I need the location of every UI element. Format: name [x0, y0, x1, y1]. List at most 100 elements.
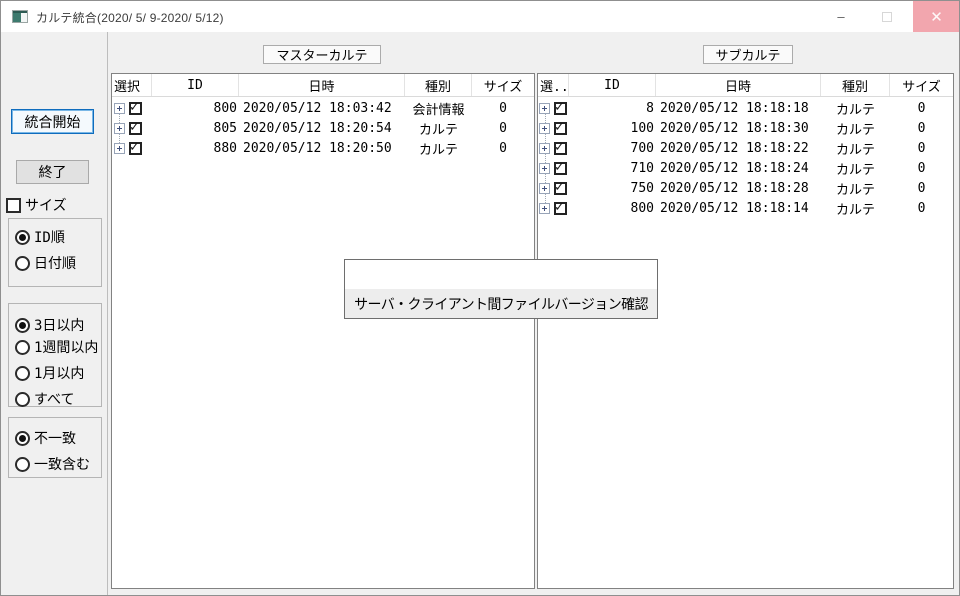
radio-1month-control[interactable] — [15, 366, 30, 381]
exit-label: 終了 — [39, 162, 67, 182]
radio-mismatch[interactable]: 不一致 — [15, 428, 76, 448]
table-row[interactable]: 710 2020/05/12 18:18:24 カルテ 0 — [538, 158, 953, 178]
status-message: サーバ・クライアント間ファイルバージョン確認 — [354, 294, 648, 314]
sub-table: 選.. ID 日時 種別 サイズ 8 2020/05/12 18:18:18 カ… — [537, 73, 954, 589]
expand-icon[interactable] — [114, 123, 125, 134]
radio-all[interactable]: すべて — [15, 389, 74, 409]
cell-id: 880 — [152, 138, 239, 158]
start-merge-button[interactable]: 統合開始 — [11, 109, 94, 134]
cell-datetime: 2020/05/12 18:18:22 — [656, 138, 821, 158]
row-checkbox[interactable] — [554, 202, 567, 215]
cell-id: 8 — [569, 98, 656, 118]
cell-size: 0 — [472, 98, 534, 118]
row-checkbox[interactable] — [554, 182, 567, 195]
cell-size: 0 — [890, 198, 953, 218]
table-row[interactable]: 800 2020/05/12 18:18:14 カルテ 0 — [538, 198, 953, 218]
row-checkbox[interactable] — [554, 122, 567, 135]
radio-date-order[interactable]: 日付順 — [15, 253, 76, 273]
row-checkbox[interactable] — [554, 162, 567, 175]
app-icon — [12, 10, 28, 23]
maximize-button[interactable] — [864, 1, 910, 32]
exit-button[interactable]: 終了 — [16, 160, 89, 184]
status-dialog: サーバ・クライアント間ファイルバージョン確認 — [344, 259, 658, 319]
master-table: 選択 ID 日時 種別 サイズ 800 2020/05/12 18:03:42 … — [111, 73, 535, 589]
cell-id: 805 — [152, 118, 239, 138]
radio-id-order-control[interactable] — [15, 230, 30, 245]
table-row[interactable]: 750 2020/05/12 18:18:28 カルテ 0 — [538, 178, 953, 198]
cell-type: カルテ — [821, 118, 890, 138]
radio-1week[interactable]: 1週間以内 — [15, 337, 98, 357]
sub-col-select[interactable]: 選.. — [538, 74, 569, 96]
row-checkbox[interactable] — [554, 142, 567, 155]
table-row[interactable]: 100 2020/05/12 18:18:30 カルテ 0 — [538, 118, 953, 138]
table-row[interactable]: 800 2020/05/12 18:03:42 会計情報 0 — [112, 98, 534, 118]
cell-size: 0 — [890, 98, 953, 118]
minimize-button[interactable]: — — [818, 1, 864, 32]
sub-col-size[interactable]: サイズ — [890, 74, 953, 96]
radio-id-order-label: ID順 — [34, 227, 65, 247]
expand-icon[interactable] — [539, 163, 550, 174]
radio-all-control[interactable] — [15, 392, 30, 407]
cell-datetime: 2020/05/12 18:18:30 — [656, 118, 821, 138]
sub-col-datetime[interactable]: 日時 — [656, 74, 821, 96]
expand-icon[interactable] — [114, 143, 125, 154]
radio-all-label: すべて — [34, 389, 74, 409]
radio-date-order-control[interactable] — [15, 256, 30, 271]
table-row[interactable]: 880 2020/05/12 18:20:50 カルテ 0 — [112, 138, 534, 158]
table-row[interactable]: 700 2020/05/12 18:18:22 カルテ 0 — [538, 138, 953, 158]
window-title: カルテ統合(2020/ 5/ 9-2020/ 5/12) — [36, 9, 224, 26]
radio-id-order[interactable]: ID順 — [15, 227, 65, 247]
size-checkbox-label: サイズ — [25, 195, 67, 215]
row-checkbox[interactable] — [554, 102, 567, 115]
row-checkbox[interactable] — [129, 142, 142, 155]
cell-datetime: 2020/05/12 18:03:42 — [239, 98, 405, 118]
radio-3days[interactable]: 3日以内 — [15, 315, 84, 335]
cell-size: 0 — [890, 158, 953, 178]
master-col-select[interactable]: 選択 — [112, 74, 152, 96]
cell-datetime: 2020/05/12 18:18:18 — [656, 98, 821, 118]
status-strip: サーバ・クライアント間ファイルバージョン確認 — [345, 289, 657, 318]
size-checkbox-row[interactable]: サイズ — [6, 195, 67, 215]
cell-datetime: 2020/05/12 18:20:50 — [239, 138, 405, 158]
expand-icon[interactable] — [539, 203, 550, 214]
app-window: カルテ統合(2020/ 5/ 9-2020/ 5/12) — ✕ 統合開始 終了… — [0, 0, 960, 596]
expand-icon[interactable] — [539, 143, 550, 154]
cell-size: 0 — [472, 138, 534, 158]
title-bar: カルテ統合(2020/ 5/ 9-2020/ 5/12) — ✕ — [1, 1, 959, 32]
cell-size: 0 — [890, 178, 953, 198]
radio-include-match-control[interactable] — [15, 457, 30, 472]
row-checkbox[interactable] — [129, 122, 142, 135]
radio-3days-label: 3日以内 — [34, 315, 84, 335]
cell-size: 0 — [890, 138, 953, 158]
radio-1week-control[interactable] — [15, 340, 30, 355]
expand-icon[interactable] — [539, 123, 550, 134]
size-checkbox[interactable] — [6, 198, 21, 213]
cell-type: カルテ — [405, 118, 472, 138]
cell-id: 800 — [569, 198, 656, 218]
close-button[interactable]: ✕ — [913, 1, 960, 32]
cell-id: 710 — [569, 158, 656, 178]
master-table-header: 選択 ID 日時 種別 サイズ — [112, 74, 534, 97]
close-icon: ✕ — [930, 8, 943, 26]
maximize-icon — [882, 12, 892, 22]
radio-1month[interactable]: 1月以内 — [15, 363, 84, 383]
cell-id: 100 — [569, 118, 656, 138]
table-row[interactable]: 805 2020/05/12 18:20:54 カルテ 0 — [112, 118, 534, 138]
radio-mismatch-control[interactable] — [15, 431, 30, 446]
row-checkbox[interactable] — [129, 102, 142, 115]
master-col-id[interactable]: ID — [152, 74, 239, 96]
master-col-size[interactable]: サイズ — [472, 74, 534, 96]
sub-pane-label: サブカルテ — [703, 45, 793, 64]
master-col-type[interactable]: 種別 — [405, 74, 472, 96]
expand-icon[interactable] — [539, 183, 550, 194]
master-col-datetime[interactable]: 日時 — [239, 74, 405, 96]
cell-id: 750 — [569, 178, 656, 198]
expand-icon[interactable] — [539, 103, 550, 114]
radio-include-match[interactable]: 一致含む — [15, 454, 90, 474]
radio-3days-control[interactable] — [15, 318, 30, 333]
expand-icon[interactable] — [114, 103, 125, 114]
sub-col-id[interactable]: ID — [569, 74, 656, 96]
cell-type: カルテ — [821, 178, 890, 198]
table-row[interactable]: 8 2020/05/12 18:18:18 カルテ 0 — [538, 98, 953, 118]
sub-col-type[interactable]: 種別 — [821, 74, 890, 96]
